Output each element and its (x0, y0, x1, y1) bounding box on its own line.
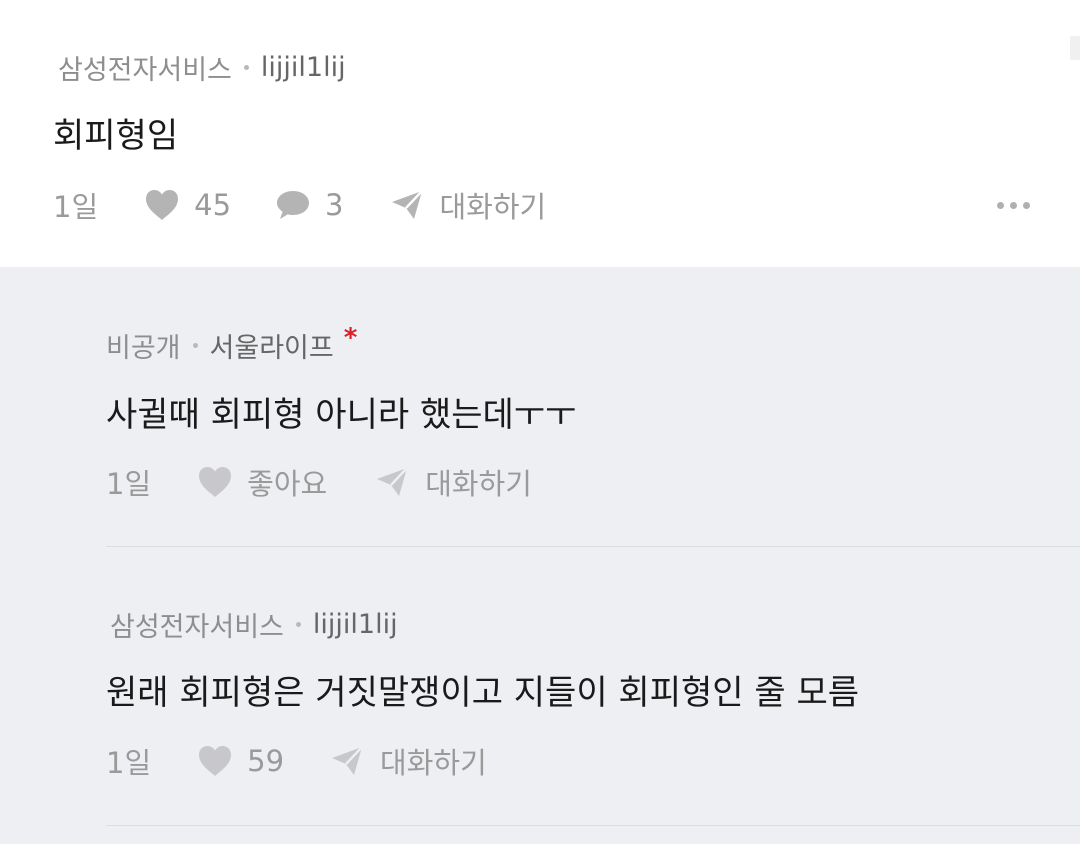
send-icon (375, 466, 409, 498)
author-company: 비공개 (106, 333, 181, 364)
comment-actions: 1일 45 3 대화하기 (53, 186, 546, 224)
like-count: 59 (247, 744, 285, 778)
comment-thread: 삼성전자서비스 lijjil1lij 회피형임 1일 45 3 대화하기 비공개… (0, 0, 1080, 844)
send-icon (390, 189, 424, 221)
conversation-label: 대화하기 (380, 746, 487, 780)
like-button[interactable]: 59 (197, 744, 284, 778)
like-button[interactable]: 좋아요 (197, 461, 327, 503)
reply-time: 1일 (106, 467, 152, 501)
reply-text: 사귈때 회피형 아니라 했는데ㅜㅜ (106, 395, 577, 435)
reply-text: 원래 회피형은 거짓말쟁이고 지들이 회피형인 줄 모름 (106, 673, 860, 713)
author-badge: * (343, 322, 358, 353)
heart-icon (144, 189, 180, 221)
reply-list: 비공개 서울라이프 * 사귈때 회피형 아니라 했는데ㅜㅜ 1일 좋아요 대화하… (0, 267, 1080, 844)
speech-bubble-icon (275, 189, 311, 221)
meta-separator (295, 622, 301, 627)
more-options-button[interactable] (997, 202, 1030, 209)
conversation-button[interactable]: 대화하기 (375, 461, 532, 503)
like-button[interactable]: 45 (144, 188, 231, 222)
author-nickname[interactable]: 서울라이프 (210, 326, 334, 365)
replies-button[interactable]: 3 (275, 188, 344, 222)
like-label: 좋아요 (247, 467, 328, 501)
scrollbar[interactable] (1070, 36, 1080, 60)
like-count: 45 (194, 188, 232, 222)
reply-count: 3 (325, 188, 344, 222)
reply-author-meta: 비공개 서울라이프 * (106, 322, 358, 365)
comment-time: 1일 (53, 190, 99, 224)
conversation-button[interactable]: 대화하기 (330, 740, 487, 782)
conversation-label: 대화하기 (439, 190, 547, 224)
author-nickname[interactable]: lijjil1lij (261, 52, 346, 83)
reply-time: 1일 (106, 746, 152, 780)
reply-actions: 1일 59 대화하기 (106, 742, 487, 780)
conversation-button[interactable]: 대화하기 (390, 184, 547, 226)
meta-separator (243, 65, 249, 70)
send-icon (330, 745, 364, 777)
reply-author-meta: 삼성전자서비스 lijjil1lij (110, 605, 398, 644)
author-company: 삼성전자서비스 (58, 55, 232, 86)
meta-separator (192, 343, 198, 348)
heart-icon (197, 466, 233, 498)
conversation-label: 대화하기 (425, 467, 532, 501)
comment-author-meta: 삼성전자서비스 lijjil1lij (58, 48, 346, 87)
heart-icon (197, 745, 233, 777)
top-comment: 삼성전자서비스 lijjil1lij 회피형임 1일 45 3 대화하기 (0, 0, 1080, 267)
reply-divider (106, 825, 1080, 826)
reply-divider (106, 546, 1080, 547)
reply-actions: 1일 좋아요 대화하기 (106, 463, 532, 501)
more-icon (997, 202, 1004, 209)
comment-text: 회피형임 (53, 116, 179, 156)
author-company: 삼성전자서비스 (110, 612, 284, 643)
author-nickname[interactable]: lijjil1lij (313, 609, 398, 640)
